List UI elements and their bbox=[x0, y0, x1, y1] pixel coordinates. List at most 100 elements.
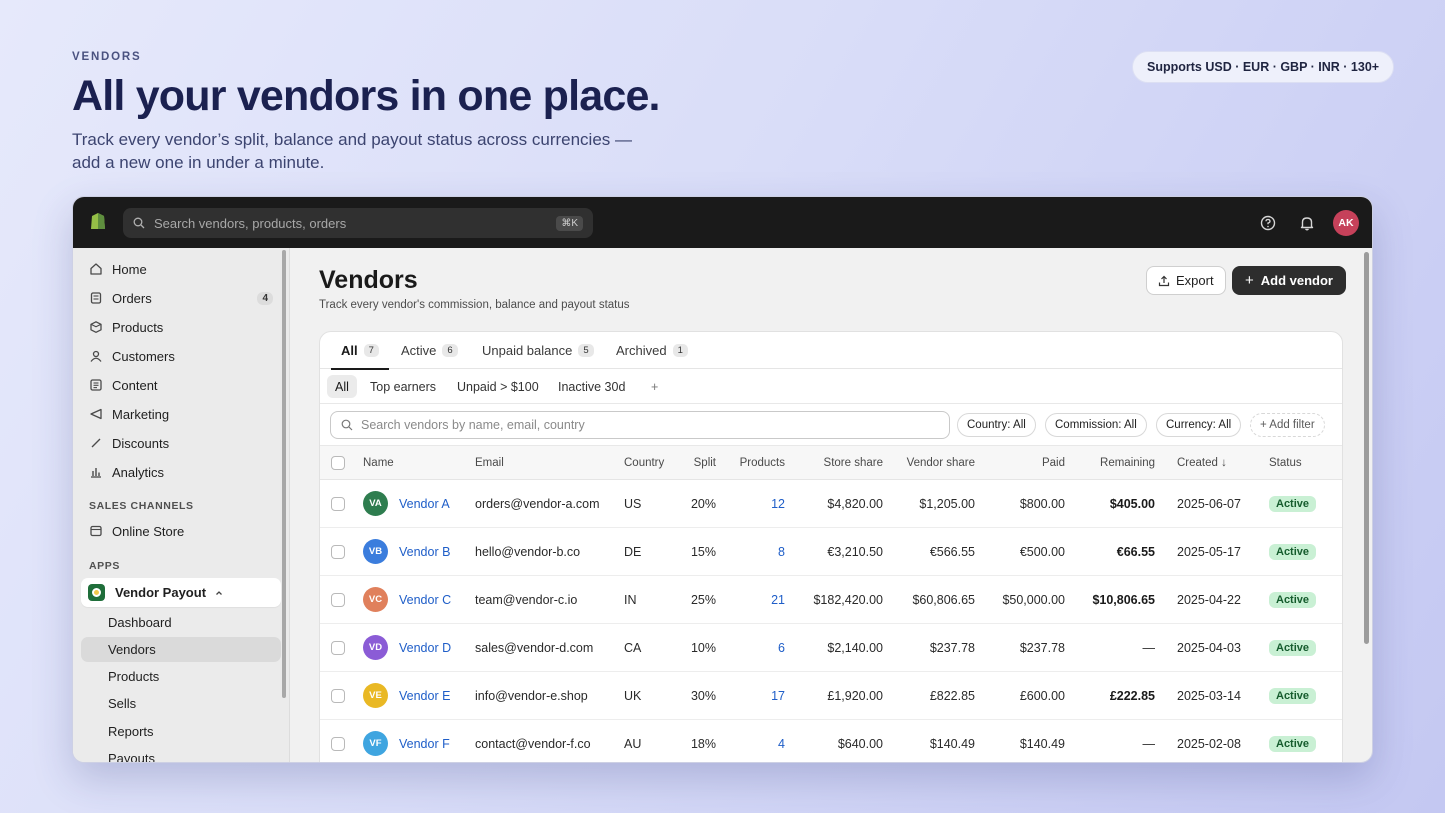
add-vendor-button[interactable]: + Add vendor bbox=[1232, 266, 1346, 295]
row-checkbox[interactable] bbox=[331, 688, 345, 703]
view-top-earners[interactable]: Top earners bbox=[362, 375, 444, 398]
vendor-remaining: €66.55 bbox=[1116, 544, 1155, 559]
apps-heading: APPS bbox=[89, 560, 120, 572]
col-remaining[interactable]: Remaining bbox=[1070, 446, 1155, 479]
table-row[interactable]: VC Vendor C team@vendor-c.io IN 25% 21 $182,42… bbox=[320, 576, 1342, 624]
sidebar-subitem-sells[interactable]: Sells bbox=[81, 691, 281, 716]
sidebar-subitem-products[interactable]: Products bbox=[81, 664, 281, 689]
vendor-products-link[interactable]: 12 bbox=[725, 480, 785, 527]
col-name[interactable]: Name bbox=[363, 446, 394, 479]
sidebar-item-online-store[interactable]: Online Store bbox=[81, 517, 281, 545]
row-checkbox[interactable] bbox=[331, 640, 345, 655]
vendor-name-link[interactable]: Vendor F bbox=[399, 720, 450, 762]
table-row[interactable]: VE Vendor E info@vendor-e.shop UK 30% 17 £1,92… bbox=[320, 672, 1342, 720]
sidebar-item-home[interactable]: Home bbox=[81, 255, 281, 283]
col-status[interactable]: Status bbox=[1269, 446, 1302, 479]
row-checkbox[interactable] bbox=[331, 496, 345, 511]
filter-currency[interactable]: Currency: All bbox=[1156, 413, 1242, 437]
row-checkbox[interactable] bbox=[331, 592, 345, 607]
sidebar-item-marketing[interactable]: Marketing bbox=[81, 400, 281, 428]
col-country[interactable]: Country bbox=[624, 446, 664, 479]
vendor-products-link[interactable]: 4 bbox=[725, 720, 785, 762]
filter-commission[interactable]: Commission: All bbox=[1045, 413, 1147, 437]
sidebar-subitem-reports[interactable]: Reports bbox=[81, 719, 281, 744]
tab-archived[interactable]: Archived 1 bbox=[616, 332, 688, 369]
sidebar-item-products[interactable]: Products bbox=[81, 313, 281, 341]
filter-country[interactable]: Country: All bbox=[957, 413, 1036, 437]
sales-channels-heading: SALES CHANNELS bbox=[89, 500, 194, 512]
vendor-created: 2025-06-07 bbox=[1177, 496, 1241, 511]
vendor-products-link[interactable]: 17 bbox=[725, 672, 785, 719]
vendor-products-link[interactable]: 8 bbox=[725, 528, 785, 575]
sidebar-item-label: Online Store bbox=[112, 523, 185, 539]
currency-pill: Supports USD · EUR · GBP · INR · 130+ bbox=[1132, 51, 1395, 83]
vendor-products-link[interactable]: 21 bbox=[725, 576, 785, 623]
vendor-name-link[interactable]: Vendor B bbox=[399, 528, 450, 575]
sidebar-item-customers[interactable]: Customers bbox=[81, 342, 281, 370]
table-row[interactable]: VD Vendor D sales@vendor-d.com CA 10% 6 $2,140… bbox=[320, 624, 1342, 672]
table-row[interactable]: VB Vendor B hello@vendor-b.co DE 15% 8 €3,210.… bbox=[320, 528, 1342, 576]
vendor-name-link[interactable]: Vendor D bbox=[399, 624, 451, 671]
add-view-button[interactable]: + bbox=[643, 375, 666, 398]
col-created-sorted[interactable]: Created ↓ bbox=[1177, 446, 1227, 479]
table-row[interactable]: VF Vendor F contact@vendor-f.co AU 18% 4 $640.… bbox=[320, 720, 1342, 762]
vendor-created: 2025-05-17 bbox=[1177, 544, 1241, 559]
vendor-store-share: $2,140.00 bbox=[827, 640, 883, 655]
app-name: Vendor Payout bbox=[115, 585, 207, 600]
vendor-store-share: $640.00 bbox=[837, 736, 883, 751]
vendor-vendor-share: $140.49 bbox=[929, 736, 975, 751]
vendor-remaining: $10,806.65 bbox=[1092, 592, 1155, 607]
tab-count: 6 bbox=[442, 344, 458, 357]
global-search-input[interactable]: Search vendors, products, orders ⌘K bbox=[123, 208, 593, 238]
view-unpaid-over-100[interactable]: Unpaid > $100 bbox=[449, 375, 547, 398]
row-checkbox[interactable] bbox=[331, 544, 345, 559]
sidebar-subitem-payouts[interactable]: Payouts bbox=[81, 746, 281, 762]
user-avatar[interactable]: AK bbox=[1333, 210, 1359, 236]
tab-all[interactable]: All 7 bbox=[331, 332, 389, 370]
vendor-vendor-share: £822.85 bbox=[929, 688, 975, 703]
tab-count: 1 bbox=[672, 344, 688, 357]
sidebar-item-label: Home bbox=[112, 261, 147, 277]
vendor-name-link[interactable]: Vendor A bbox=[399, 480, 450, 527]
sidebar-subitem-vendors[interactable]: Vendors bbox=[81, 637, 281, 662]
vendor-search-input[interactable]: Search vendors by name, email, country bbox=[330, 411, 950, 439]
col-vendor-share[interactable]: Vendor share bbox=[890, 446, 975, 479]
col-email[interactable]: Email bbox=[475, 446, 504, 479]
col-products[interactable]: Products bbox=[725, 446, 785, 479]
vendor-email: contact@vendor-f.co bbox=[475, 736, 591, 751]
sidebar-scrollbar[interactable] bbox=[282, 250, 286, 698]
vendor-name-link[interactable]: Vendor C bbox=[399, 576, 451, 623]
add-vendor-label: Add vendor bbox=[1260, 273, 1333, 288]
tab-unpaid-balance[interactable]: Unpaid balance 5 bbox=[482, 332, 594, 369]
add-filter-button[interactable]: + Add filter bbox=[1250, 413, 1325, 437]
sidebar-item-content[interactable]: Content bbox=[81, 371, 281, 399]
search-shortcut: ⌘K bbox=[556, 215, 583, 231]
view-all[interactable]: All bbox=[327, 375, 357, 398]
store-logo-icon[interactable] bbox=[89, 211, 107, 231]
main-scrollbar[interactable] bbox=[1364, 252, 1369, 644]
sidebar-item-discounts[interactable]: Discounts bbox=[81, 429, 281, 457]
sidebar-subitem-dashboard[interactable]: Dashboard bbox=[81, 610, 281, 635]
table-row[interactable]: VA Vendor A orders@vendor-a.com US 20% 12 $4,8… bbox=[320, 480, 1342, 528]
sidebar-item-analytics[interactable]: Analytics bbox=[81, 458, 281, 486]
vendor-name-link[interactable]: Vendor E bbox=[399, 672, 450, 719]
tab-active[interactable]: Active 6 bbox=[401, 332, 458, 369]
col-split[interactable]: Split bbox=[676, 446, 716, 479]
row-select-cell bbox=[331, 624, 345, 671]
select-all-checkbox[interactable] bbox=[331, 455, 345, 470]
vendor-email: orders@vendor-a.com bbox=[475, 496, 600, 511]
vendor-country: IN bbox=[624, 592, 637, 607]
view-inactive-30d[interactable]: Inactive 30d bbox=[550, 375, 633, 398]
chevron-up-icon bbox=[216, 590, 222, 595]
row-checkbox[interactable] bbox=[331, 736, 345, 751]
app-vendor-payout[interactable]: Vendor Payout bbox=[81, 578, 281, 607]
col-paid[interactable]: Paid bbox=[985, 446, 1065, 479]
bell-icon[interactable] bbox=[1298, 214, 1316, 232]
vendor-products-link[interactable]: 6 bbox=[725, 624, 785, 671]
sidebar-item-label: Marketing bbox=[112, 406, 170, 422]
export-button[interactable]: Export bbox=[1146, 266, 1226, 295]
select-all-cell bbox=[331, 446, 345, 479]
col-store-share[interactable]: Store share bbox=[803, 446, 883, 479]
help-icon[interactable] bbox=[1259, 214, 1277, 232]
sidebar-item-orders[interactable]: Orders 4 bbox=[81, 284, 281, 312]
